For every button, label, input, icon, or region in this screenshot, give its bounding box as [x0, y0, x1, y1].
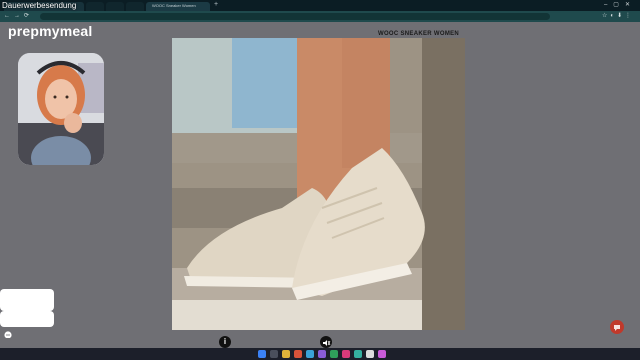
browser-tab-title: WOOC Sneaker Women — [152, 3, 196, 8]
mute-button[interactable] — [320, 336, 332, 348]
help-button[interactable] — [610, 320, 624, 334]
sneaker-photo-icon — [172, 38, 465, 330]
app-icon[interactable] — [330, 350, 338, 358]
product-caption: WOOC SNEAKER WOMEN — [378, 31, 460, 37]
tab-strip: WOOC Sneaker Women + –▢✕ — [0, 0, 640, 11]
app-icon[interactable] — [306, 350, 314, 358]
address-row: ←→⟳ ☆◐⬇⋮ — [0, 11, 640, 22]
chat-message[interactable] — [0, 289, 54, 311]
help-bubble-icon — [614, 325, 620, 331]
ad-disclosure-label: Dauerwerbesendung — [2, 1, 77, 10]
browser-tab[interactable] — [86, 2, 104, 11]
webcam-overlay — [18, 53, 104, 165]
os-taskbar — [0, 348, 640, 360]
streamer-video-icon — [18, 53, 104, 165]
window-controls[interactable]: –▢✕ — [604, 1, 636, 8]
app-icon[interactable] — [294, 350, 302, 358]
app-icon[interactable] — [342, 350, 350, 358]
browser-tab-active[interactable]: WOOC Sneaker Women — [146, 2, 210, 11]
chat-message[interactable] — [0, 311, 54, 327]
url-bar[interactable] — [40, 13, 550, 20]
nav-buttons[interactable]: ←→⟳ — [4, 12, 33, 19]
app-icon[interactable] — [318, 350, 326, 358]
info-button[interactable]: i — [219, 336, 231, 348]
toolbar-icons[interactable]: ☆◐⬇⋮ — [602, 12, 634, 19]
browser-chrome: WOOC Sneaker Women + –▢✕ ←→⟳ ☆◐⬇⋮ — [0, 0, 640, 22]
browser-icon[interactable] — [366, 350, 374, 358]
folder-icon[interactable] — [282, 350, 290, 358]
start-menu-icon[interactable] — [258, 350, 266, 358]
brand-logo: prepmymeal — [8, 23, 93, 39]
product-image — [172, 38, 465, 330]
browser-tab[interactable] — [126, 2, 144, 11]
search-icon[interactable] — [270, 350, 278, 358]
app-icon[interactable] — [378, 350, 386, 358]
app-icon[interactable] — [354, 350, 362, 358]
new-tab-button[interactable]: + — [214, 1, 218, 9]
browser-tab[interactable] — [106, 2, 124, 11]
